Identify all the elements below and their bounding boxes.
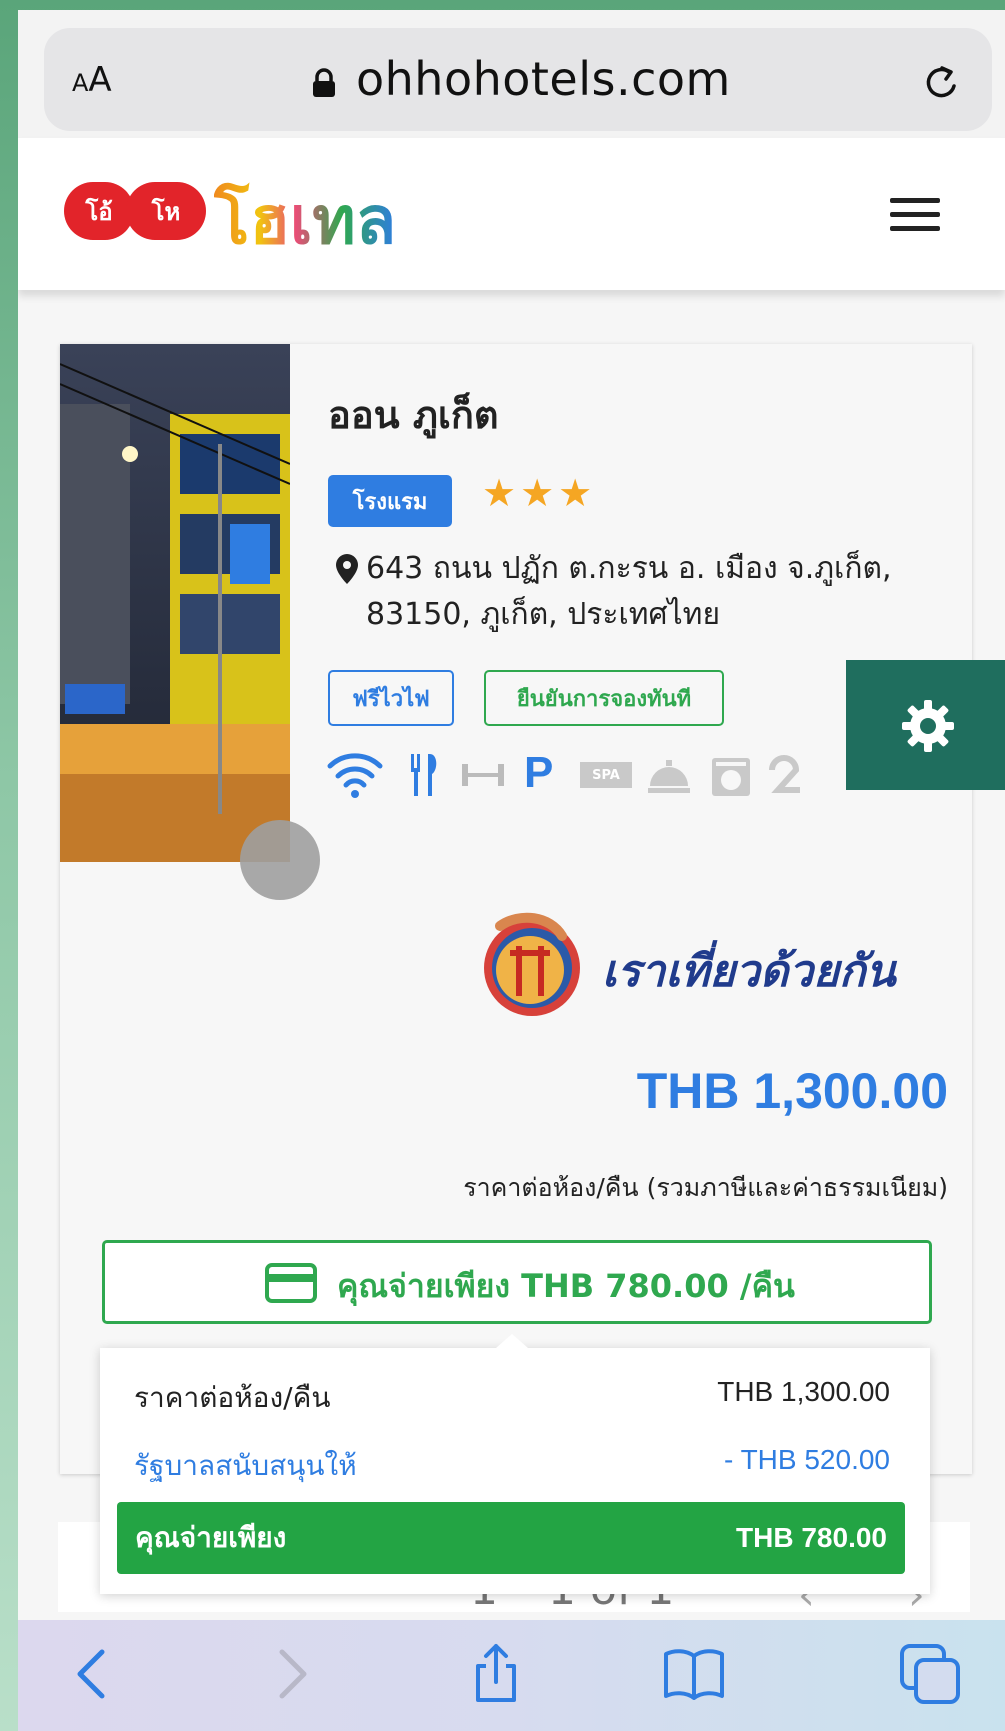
pay-only-button[interactable]: คุณจ่ายเพียง THB 780.00 /คืน xyxy=(102,1240,932,1324)
transfer-icon xyxy=(769,755,800,793)
forward-icon[interactable] xyxy=(258,1642,322,1706)
settings-button[interactable] xyxy=(846,660,1005,790)
logo-bubble-1: โอ้ xyxy=(64,182,134,240)
price-breakdown-popover: ราคาต่อห้อง/คืน THB 1,300.00 รัฐบาลสนับสน… xyxy=(100,1334,930,1594)
phone-screen: AA ohhohotels.com โอ้ โห โฮเทล ออน ภูเก็… xyxy=(18,10,1005,1731)
instant-confirmation-tag: ยืนยันการจองทันที xyxy=(484,670,724,726)
credit-card-icon xyxy=(265,1263,317,1303)
hotel-photo[interactable] xyxy=(60,344,290,862)
campaign-name: เราเที่ยวด้วยกัน xyxy=(602,946,896,997)
breakdown-row-subsidy: รัฐบาลสนับสนุนให้ - THB 520.00 xyxy=(134,1444,890,1482)
breakdown-total: คุณจ่ายเพียง THB 780.00 xyxy=(117,1502,905,1574)
parking-icon: P xyxy=(524,748,554,797)
restaurant-icon xyxy=(411,754,437,796)
location-pin-icon xyxy=(336,554,358,584)
browser-toolbar xyxy=(18,1620,1005,1731)
amenities-row: P SPA xyxy=(326,748,846,810)
gym-icon xyxy=(462,764,504,786)
scroll-touch-indicator xyxy=(240,820,320,900)
gear-icon xyxy=(902,700,954,752)
share-icon[interactable] xyxy=(464,1642,528,1706)
free-wifi-tag: ฟรีไวไฟ xyxy=(328,670,454,726)
logo-word: โฮเทล xyxy=(214,182,397,259)
site-header: โอ้ โห โฮเทล xyxy=(18,138,1005,290)
spa-icon: SPA xyxy=(580,762,632,788)
text-size-button[interactable]: AA xyxy=(72,60,112,100)
breakdown-row-price: ราคาต่อห้อง/คืน THB 1,300.00 xyxy=(134,1376,890,1414)
room-service-icon xyxy=(648,760,690,793)
campaign-logo: เราเที่ยวด้วยกัน xyxy=(480,906,940,1026)
hotel-address: 643 ถนน ปฏัก ต.กะรน อ. เมือง จ.ภูเก็ต, 8… xyxy=(366,551,892,632)
star-rating: ★★★ xyxy=(482,471,597,515)
menu-icon[interactable] xyxy=(890,198,940,234)
price-note: ราคาต่อห้อง/คืน (รวมภาษีและค่าธรรมเนียม) xyxy=(463,1173,948,1202)
reload-icon[interactable] xyxy=(920,62,964,106)
bookmarks-icon[interactable] xyxy=(662,1642,726,1706)
hotel-price: THB 1,300.00 xyxy=(636,1063,948,1119)
address-bar[interactable]: AA ohhohotels.com xyxy=(44,28,992,131)
back-icon[interactable] xyxy=(62,1642,126,1706)
lock-icon xyxy=(313,68,335,97)
logo-bubble-2: โห xyxy=(126,182,206,240)
laundry-icon xyxy=(712,758,750,796)
hotel-card[interactable]: ออน ภูเก็ต โรงแรม ★★★ 643 ถนน ปฏัก ต.กะร… xyxy=(60,344,972,1474)
url-text[interactable]: ohhohotels.com xyxy=(356,52,731,106)
hotel-name[interactable]: ออน ภูเก็ต xyxy=(328,384,499,445)
site-logo[interactable]: โอ้ โห โฮเทล xyxy=(64,176,444,266)
property-type-badge: โรงแรม xyxy=(328,475,452,527)
pay-only-label: คุณจ่ายเพียง THB 780.00 /คืน xyxy=(337,1267,795,1305)
tabs-icon[interactable] xyxy=(898,1642,962,1706)
browser-address-area: AA ohhohotels.com xyxy=(18,10,1005,138)
wifi-icon xyxy=(327,753,383,798)
